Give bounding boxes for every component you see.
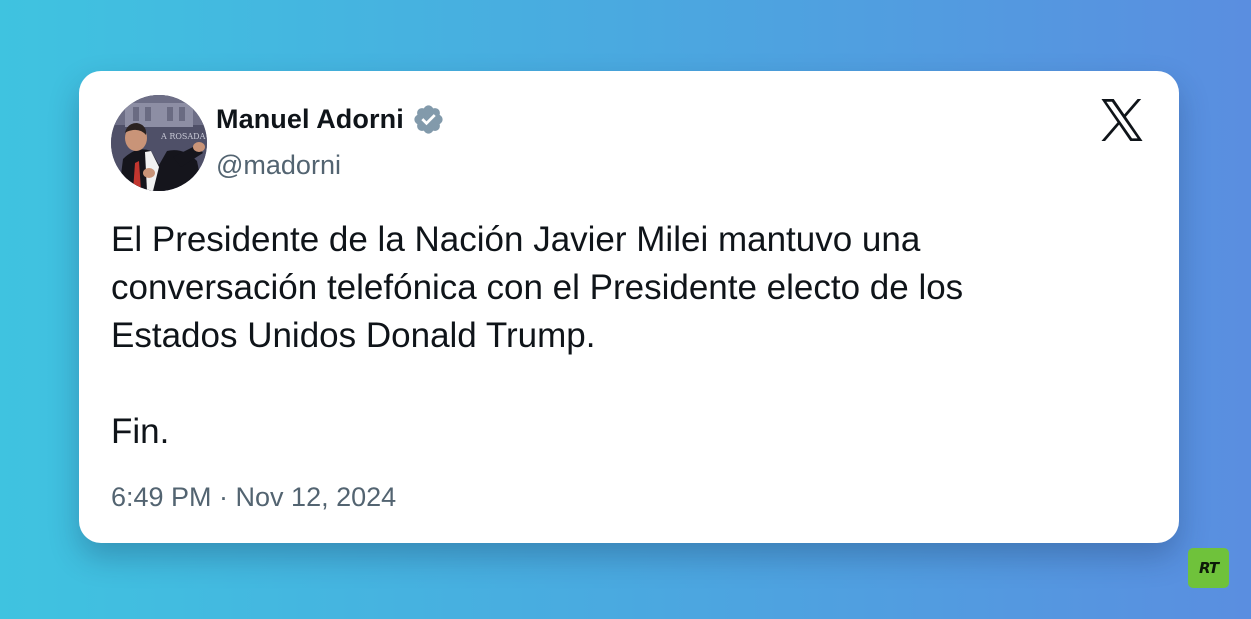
author-name-row: Manuel Adorni bbox=[216, 103, 445, 136]
rt-logo-label: RT bbox=[1198, 559, 1219, 577]
tweet-text-line: Estados Unidos Donald Trump. bbox=[111, 316, 596, 355]
tweet-card: A ROSADA Manuel Adorni @madorni El Presi… bbox=[79, 71, 1179, 543]
tweet-text-line: El Presidente de la Nación Javier Milei … bbox=[111, 220, 921, 259]
verified-badge-icon bbox=[414, 105, 443, 134]
profile-photo-icon: A ROSADA bbox=[111, 95, 207, 191]
tweet-timestamp[interactable]: 6:49 PM · Nov 12, 2024 bbox=[111, 482, 396, 513]
svg-text:A ROSADA: A ROSADA bbox=[160, 132, 206, 141]
rt-watermark-logo: RT bbox=[1188, 548, 1229, 588]
author-handle[interactable]: @madorni bbox=[216, 150, 341, 181]
tweet-text: El Presidente de la Nación Javier Milei … bbox=[111, 216, 1151, 456]
author-avatar[interactable]: A ROSADA bbox=[111, 95, 207, 191]
x-logo-icon[interactable] bbox=[1099, 99, 1145, 141]
author-name[interactable]: Manuel Adorni bbox=[216, 104, 404, 135]
tweet-closing: Fin. bbox=[111, 412, 170, 451]
tweet-text-line: conversación telefónica con el President… bbox=[111, 268, 964, 307]
